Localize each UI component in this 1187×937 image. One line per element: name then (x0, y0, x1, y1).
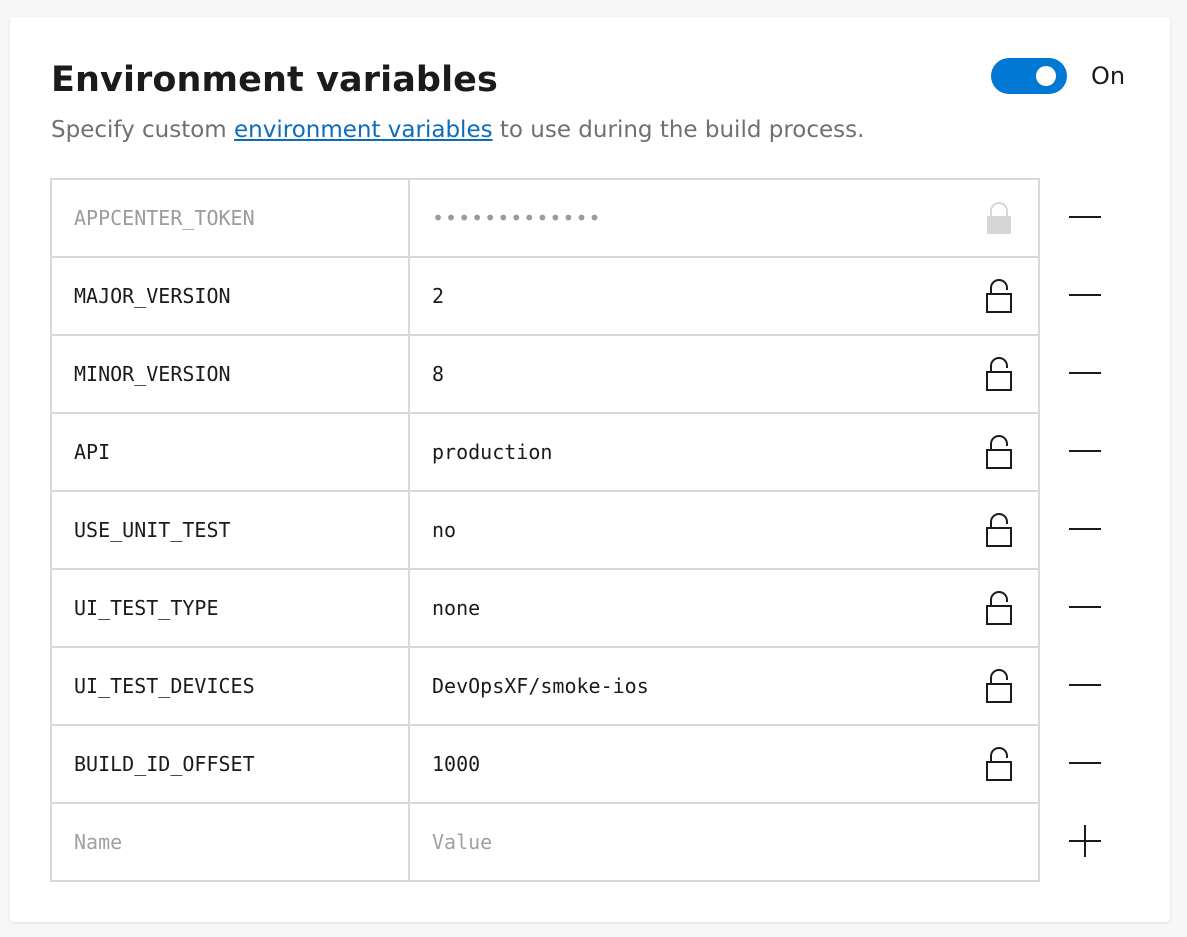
remove-variable-button[interactable] (1068, 278, 1102, 312)
minus-icon (1069, 528, 1101, 530)
locked-padlock-icon (987, 202, 1011, 234)
variable-value-field[interactable]: 2 (432, 284, 984, 308)
variable-value-field[interactable]: ••••••••••••• (432, 206, 984, 230)
environment-variables-link[interactable]: environment variables (234, 117, 493, 143)
page-title: Environment variables (51, 60, 498, 100)
variable-value-cell: no (410, 492, 1040, 568)
remove-variable-button[interactable] (1068, 434, 1102, 468)
variable-row: UI_TEST_DEVICES DevOpsXF/smoke-ios (52, 648, 1040, 726)
plus-icon (1069, 825, 1101, 857)
variable-value-field[interactable]: DevOpsXF/smoke-ios (432, 674, 984, 698)
variable-row: API production (52, 414, 1040, 492)
variables-table: APPCENTER_TOKEN ••••••••••••• MAJOR_VERSIO… (50, 178, 1040, 882)
value-placeholder: Value (432, 830, 493, 854)
new-variable-value-input[interactable]: Value (410, 804, 1040, 880)
unlocked-padlock-icon[interactable] (984, 278, 1014, 314)
variable-value-cell: DevOpsXF/smoke-ios (410, 648, 1040, 724)
unlocked-padlock-icon[interactable] (984, 434, 1014, 470)
unlocked-padlock-icon[interactable] (984, 746, 1014, 782)
variable-name-field[interactable]: BUILD_ID_OFFSET (52, 726, 410, 802)
unlocked-padlock-icon[interactable] (984, 668, 1014, 704)
variable-row: UI_TEST_TYPE none (52, 570, 1040, 648)
unlocked-padlock-icon[interactable] (984, 356, 1014, 392)
variable-value-field[interactable]: production (432, 440, 984, 464)
minus-icon (1069, 216, 1101, 218)
variable-name-field[interactable]: API (52, 414, 410, 490)
variable-row: MAJOR_VERSION 2 (52, 258, 1040, 336)
variable-row: BUILD_ID_OFFSET 1000 (52, 726, 1040, 804)
subtitle-text-after: to use during the build process. (492, 117, 865, 143)
subtitle-text-before: Specify custom (51, 117, 235, 143)
page-subtitle: Specify custom environment variables to … (51, 115, 864, 145)
remove-variable-button[interactable] (1068, 668, 1102, 702)
remove-variable-button[interactable] (1068, 356, 1102, 390)
add-variable-button[interactable] (1068, 824, 1102, 858)
variable-row: APPCENTER_TOKEN ••••••••••••• (52, 180, 1040, 258)
variable-value-cell: none (410, 570, 1040, 646)
variable-name-field[interactable]: UI_TEST_TYPE (52, 570, 410, 646)
variable-value-field[interactable]: 8 (432, 362, 984, 386)
minus-icon (1069, 372, 1101, 374)
toggle-state-label: On (1091, 62, 1126, 90)
variable-value-cell: ••••••••••••• (410, 180, 1040, 256)
remove-variable-button[interactable] (1068, 200, 1102, 234)
variable-value-cell: 2 (410, 258, 1040, 334)
remove-variable-button[interactable] (1068, 746, 1102, 780)
new-variable-name-input[interactable]: Name (52, 804, 410, 880)
remove-variable-button[interactable] (1068, 512, 1102, 546)
new-variable-row: Name Value (52, 804, 1040, 882)
unlocked-padlock-icon[interactable] (984, 512, 1014, 548)
variable-value-field[interactable]: 1000 (432, 752, 984, 776)
minus-icon (1069, 450, 1101, 452)
remove-variable-button[interactable] (1068, 590, 1102, 624)
minus-icon (1069, 762, 1101, 764)
toggle-knob (1036, 66, 1056, 86)
variable-name-field[interactable]: APPCENTER_TOKEN (52, 180, 410, 256)
variable-row: USE_UNIT_TEST no (52, 492, 1040, 570)
variable-value-cell: 1000 (410, 726, 1040, 802)
unlocked-padlock-icon[interactable] (984, 590, 1014, 626)
variable-name-field[interactable]: MAJOR_VERSION (52, 258, 410, 334)
minus-icon (1069, 606, 1101, 608)
minus-icon (1069, 684, 1101, 686)
environment-variables-toggle[interactable] (991, 58, 1067, 94)
variable-value-field[interactable]: none (432, 596, 984, 620)
variable-value-cell: production (410, 414, 1040, 490)
variable-name-field[interactable]: UI_TEST_DEVICES (52, 648, 410, 724)
variable-name-field[interactable]: USE_UNIT_TEST (52, 492, 410, 568)
variable-name-field[interactable]: MINOR_VERSION (52, 336, 410, 412)
minus-icon (1069, 294, 1101, 296)
variable-value-cell: 8 (410, 336, 1040, 412)
variable-value-field[interactable]: no (432, 518, 984, 542)
variable-row: MINOR_VERSION 8 (52, 336, 1040, 414)
